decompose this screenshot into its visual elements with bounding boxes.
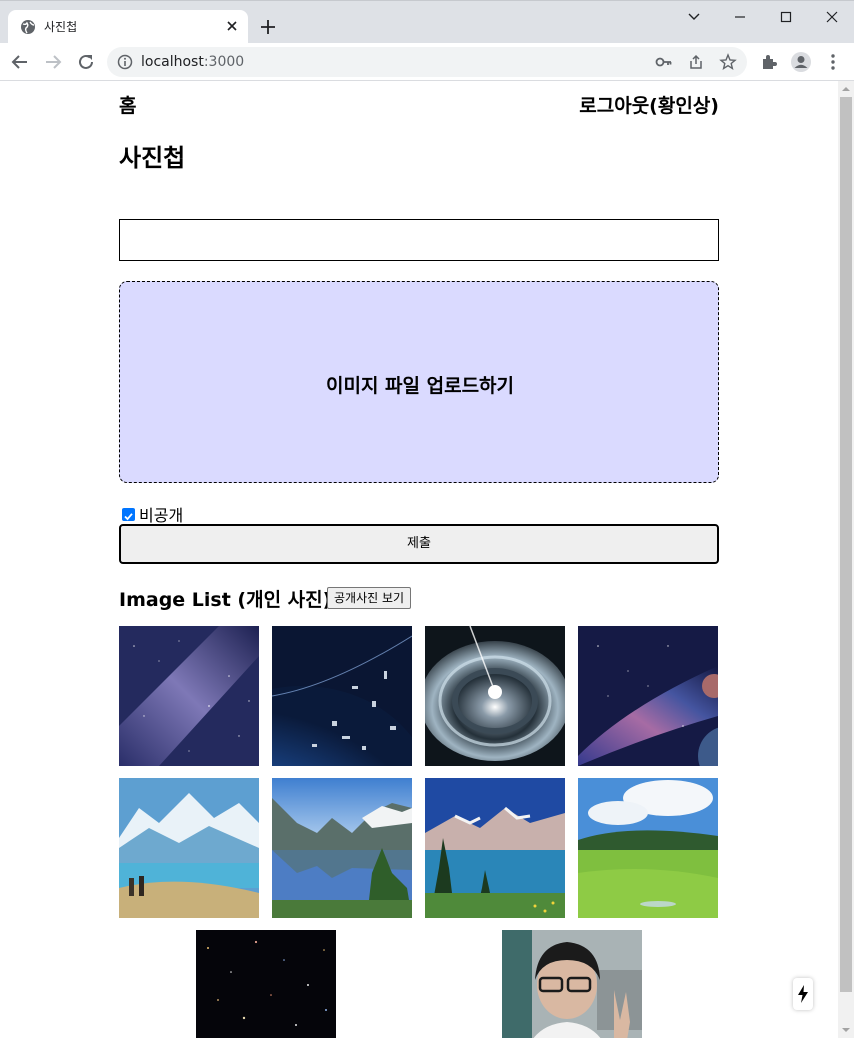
extensions-puzzle-icon[interactable] (758, 51, 780, 73)
info-icon[interactable] (117, 54, 133, 70)
checkmark-icon (124, 512, 133, 520)
mountain-hikers-lake-image[interactable] (119, 778, 259, 918)
image-list-title: Image List (개인 사진) (119, 589, 332, 611)
logout-link[interactable]: 로그아웃(황인상) (579, 91, 719, 118)
new-tab-icon[interactable] (258, 17, 278, 37)
scroll-up-arrow-icon[interactable] (842, 85, 850, 93)
submit-button[interactable]: 제출 (119, 524, 719, 564)
home-link[interactable]: 홈 (119, 91, 136, 118)
key-icon[interactable] (655, 53, 673, 71)
page-viewport: 홈 로그아웃(황인상) 사진첩 이미지 파일 업로드하기 비공개 제출 Imag… (0, 81, 838, 1038)
fjord-lake-reflection-image[interactable] (272, 778, 412, 918)
page-title: 사진첩 (119, 144, 186, 172)
window-close-icon[interactable] (820, 5, 844, 29)
space-debris-earth-image[interactable] (272, 626, 412, 766)
browser-toolbar: localhost:3000 (0, 43, 854, 81)
star-field-image[interactable] (196, 930, 336, 1038)
private-checkbox[interactable] (122, 507, 135, 521)
close-icon[interactable] (224, 18, 240, 34)
url-text: localhost:3000 (141, 54, 245, 70)
address-bar[interactable]: localhost:3000 (107, 47, 747, 77)
nebula-planet-image[interactable] (578, 626, 718, 766)
scroll-down-arrow-icon[interactable] (842, 1026, 850, 1034)
tab-title: 사진첩 (44, 20, 78, 34)
lightning-bolt-icon (798, 985, 808, 1003)
text-input[interactable] (119, 219, 719, 261)
green-grassland-image[interactable] (578, 778, 718, 918)
image-upload-dropzone[interactable]: 이미지 파일 업로드하기 (119, 281, 719, 483)
submit-label: 제출 (407, 536, 431, 551)
chevron-down-icon[interactable] (682, 5, 706, 29)
dropzone-label: 이미지 파일 업로드하기 (325, 375, 515, 397)
scrollbar-thumb[interactable] (840, 97, 852, 992)
maximize-icon[interactable] (774, 5, 798, 29)
dev-indicator-badge[interactable] (793, 978, 813, 1010)
cosmic-eye-image[interactable] (425, 626, 565, 766)
kebab-menu-icon[interactable] (822, 51, 844, 73)
vertical-scrollbar[interactable] (838, 81, 854, 1038)
share-icon[interactable] (687, 53, 705, 71)
private-option: 비공개 (122, 504, 184, 525)
top-nav: 홈 로그아웃(황인상) (119, 91, 719, 117)
minimize-icon[interactable] (728, 5, 752, 29)
private-label: 비공개 (139, 506, 184, 525)
mountain-lake-pines-image[interactable] (425, 778, 565, 918)
person-selfie-image[interactable] (502, 930, 642, 1038)
browser-tab[interactable]: 사진첩 (8, 10, 248, 44)
back-arrow-icon[interactable] (9, 51, 31, 73)
profile-avatar-icon[interactable] (790, 51, 812, 73)
browser-tabstrip: 사진첩 (0, 0, 854, 44)
star-icon[interactable] (719, 53, 737, 71)
globe-icon (21, 20, 35, 34)
forward-arrow-icon[interactable] (42, 51, 64, 73)
view-public-photos-button[interactable]: 공개사진 보기 (327, 587, 412, 609)
reload-icon[interactable] (75, 51, 97, 73)
milky-way-image[interactable] (119, 626, 259, 766)
